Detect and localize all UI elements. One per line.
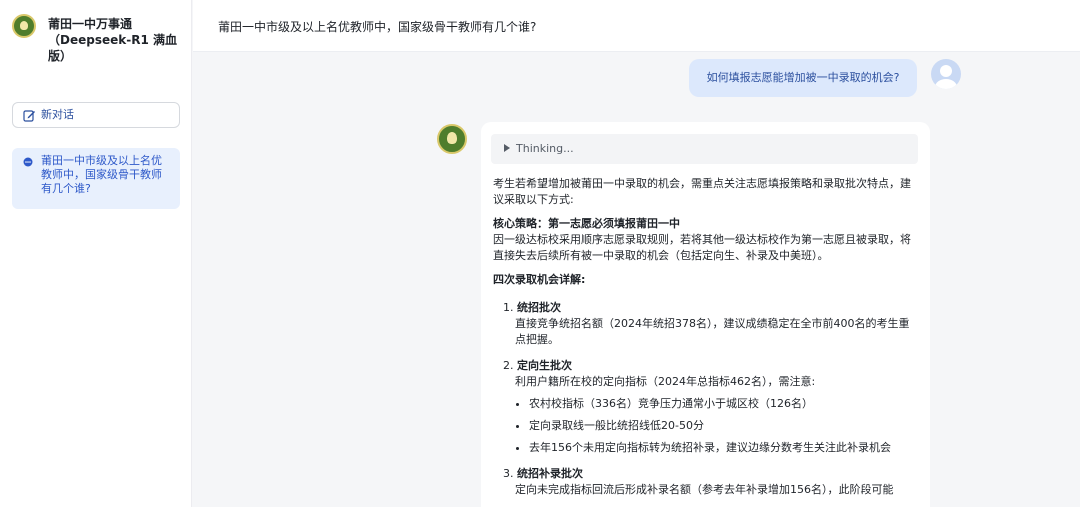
user-avatar-icon (931, 59, 961, 89)
chat-header: 莆田一中市级及以上名优教师中，国家级骨干教师有几个谁? (193, 0, 1080, 52)
item-title: 定向生批次 (517, 359, 572, 372)
item-desc: 定向未完成指标回流后形成补录名额（参考去年补录增加156名），此阶段可能 (515, 483, 894, 496)
app-brand: 莆田一中万事通（Deepseek-R1 满血版） (12, 12, 188, 72)
list-item: 2. 定向生批次 利用户籍所在校的定向指标（2024年总指标462名），需注意:… (503, 358, 918, 456)
user-message: 如何填报志愿能增加被一中录取的机会? (689, 59, 917, 97)
item-number: 2. (503, 359, 514, 372)
new-chat-button[interactable]: 新对话 (12, 102, 180, 128)
new-chat-label: 新对话 (41, 108, 74, 121)
item-number: 3. (503, 467, 514, 480)
section-title: 四次录取机会详解: (493, 273, 586, 286)
answer-intro: 考生若希望增加被莆田一中录取的机会，需重点关注志愿填报策略和录取批次特点，建议采… (493, 177, 911, 206)
item-desc: 利用户籍所在校的定向指标（2024年总指标462名），需注意: (515, 375, 816, 388)
chat-bubble-icon (23, 157, 33, 167)
bullet-item: 定向录取线一般比统招线低20-50分 (529, 418, 918, 434)
thinking-label: Thinking... (516, 142, 574, 155)
school-logo-icon (12, 14, 36, 38)
core-strategy-text: 因一级达标校采用顺序志愿录取规则，若将其他一级达标校作为第一志愿且被录取，将直接… (493, 233, 911, 262)
sidebar: 莆田一中万事通（Deepseek-R1 满血版） 新对话 莆田一中市级及以上名优… (0, 0, 192, 507)
item-number: 1. (503, 301, 514, 314)
history-item-label: 莆田一中市级及以上名优教师中，国家级骨干教师有几个谁? (41, 154, 162, 195)
assistant-message: Thinking... 考生若希望增加被莆田一中录取的机会，需重点关注志愿填报策… (481, 122, 930, 507)
app-title: 莆田一中万事通（Deepseek-R1 满血版） (48, 17, 177, 63)
bullet-item: 去年156个未用定向指标转为统招补录，建议边缘分数考生关注此补录机会 (529, 440, 918, 456)
list-item: 3. 统招补录批次 定向未完成指标回流后形成补录名额（参考去年补录增加156名）… (503, 466, 918, 498)
item-desc: 直接竞争统招名额（2024年统招378名），建议成绩稳定在全市前400名的考生重… (515, 317, 910, 346)
expand-triangle-icon (504, 144, 510, 152)
answer-content: 考生若希望增加被莆田一中录取的机会，需重点关注志愿填报策略和录取批次特点，建议采… (493, 176, 918, 507)
bot-avatar-icon (437, 124, 467, 154)
conversation-title: 莆田一中市级及以上名优教师中，国家级骨干教师有几个谁? (218, 20, 537, 34)
core-strategy-title: 核心策略：第一志愿必须填报莆田一中 (493, 217, 680, 230)
history-item[interactable]: 莆田一中市级及以上名优教师中，国家级骨干教师有几个谁? (12, 148, 180, 209)
list-item: 1. 统招批次 直接竞争统招名额（2024年统招378名），建议成绩稳定在全市前… (503, 300, 918, 348)
item-title: 统招批次 (517, 301, 561, 314)
item-title: 统招补录批次 (517, 467, 583, 480)
edit-icon (23, 110, 35, 122)
thinking-toggle[interactable]: Thinking... (491, 134, 918, 164)
bullet-item: 农村校指标（336名）竞争压力通常小于城区校（126名） (529, 396, 918, 412)
bullet-list: 农村校指标（336名）竞争压力通常小于城区校（126名） 定向录取线一般比统招线… (529, 396, 918, 456)
